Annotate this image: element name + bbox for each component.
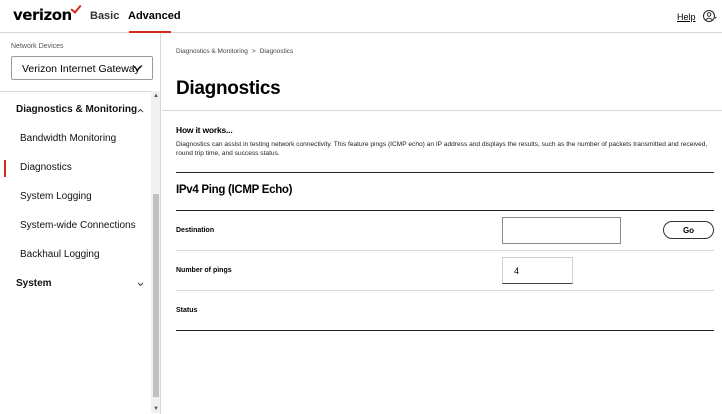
number-of-pings-label: Number of pings (176, 267, 232, 274)
sidebar-divider (0, 91, 161, 92)
user-account-icon[interactable] (703, 9, 717, 23)
chevron-up-icon (137, 108, 144, 113)
sidebar-group-diagnostics-monitoring[interactable]: Diagnostics & Monitoring (0, 96, 150, 124)
title-divider (162, 110, 722, 111)
sidebar-scrollbar[interactable]: ▲ ▼ (151, 91, 160, 413)
sidebar-item-label: Bandwidth Monitoring (20, 133, 117, 144)
sidebar-item-bandwidth-monitoring[interactable]: Bandwidth Monitoring (0, 125, 150, 153)
chevron-down-icon (132, 65, 143, 71)
breadcrumb: Diagnostics & Monitoring > Diagnostics (176, 48, 293, 55)
sidebar-item-label: Backhaul Logging (20, 249, 100, 260)
number-of-pings-value: 4 (514, 266, 520, 276)
destination-label: Destination (176, 227, 215, 234)
brand-text: verizon (13, 6, 72, 24)
device-select-value: Verizon Internet Gateway (22, 63, 140, 75)
tab-advanced[interactable]: Advanced (128, 10, 181, 22)
go-button[interactable]: Go (663, 221, 714, 239)
how-it-works-heading: How it works... (176, 125, 233, 135)
sidebar-item-backhaul-logging[interactable]: Backhaul Logging (0, 241, 150, 269)
scroll-down-arrow-icon[interactable]: ▼ (153, 406, 159, 412)
checkmark-icon (70, 2, 82, 14)
destination-input[interactable] (502, 217, 621, 244)
section-divider (176, 210, 714, 211)
section-divider (176, 330, 714, 331)
sidebar-item-label: Diagnostics (20, 162, 72, 173)
scroll-up-arrow-icon[interactable]: ▲ (153, 93, 159, 99)
main-content: Diagnostics & Monitoring > Diagnostics Dia… (162, 33, 722, 414)
sidebar-item-system-wide-connections[interactable]: System-wide Connections (0, 212, 150, 240)
status-label: Status (176, 307, 198, 314)
row-divider (176, 290, 714, 291)
help-link[interactable]: Help (677, 12, 696, 22)
sidebar-group-label: System (16, 278, 52, 289)
chevron-down-icon (137, 282, 144, 287)
sidebar-item-diagnostics[interactable]: Diagnostics (0, 154, 150, 182)
sidebar-item-label: System-wide Connections (20, 220, 136, 231)
number-of-pings-input[interactable]: 4 (502, 257, 573, 284)
sidebar-group-system[interactable]: System (0, 270, 150, 298)
breadcrumb-separator-icon: > (251, 48, 256, 55)
breadcrumb-item-diagnostics: Diagnostics (259, 48, 294, 55)
sidebar-item-system-logging[interactable]: System Logging (0, 183, 150, 211)
section-divider (176, 172, 714, 173)
verizon-logo[interactable]: verizon (13, 2, 82, 24)
breadcrumb-item-diagnostics-monitoring[interactable]: Diagnostics & Monitoring (176, 48, 248, 55)
device-select[interactable]: Verizon Internet Gateway (11, 56, 153, 80)
tab-basic[interactable]: Basic (90, 10, 119, 22)
sidebar: Network Devices Verizon Internet Gateway… (0, 33, 161, 414)
ping-section-title: IPv4 Ping (ICMP Echo) (176, 184, 293, 196)
top-nav-bar: verizon Basic Advanced Help (0, 0, 722, 33)
active-item-indicator (4, 160, 6, 177)
sidebar-group-label: Diagnostics & Monitoring (16, 104, 138, 115)
scrollbar-thumb[interactable] (153, 194, 159, 397)
sidebar-item-label: System Logging (20, 191, 92, 202)
row-divider (176, 250, 714, 251)
network-devices-label: Network Devices (11, 43, 64, 50)
page-title: Diagnostics (176, 78, 281, 99)
how-it-works-text: Diagnostics can assist in testing networ… (176, 141, 708, 157)
